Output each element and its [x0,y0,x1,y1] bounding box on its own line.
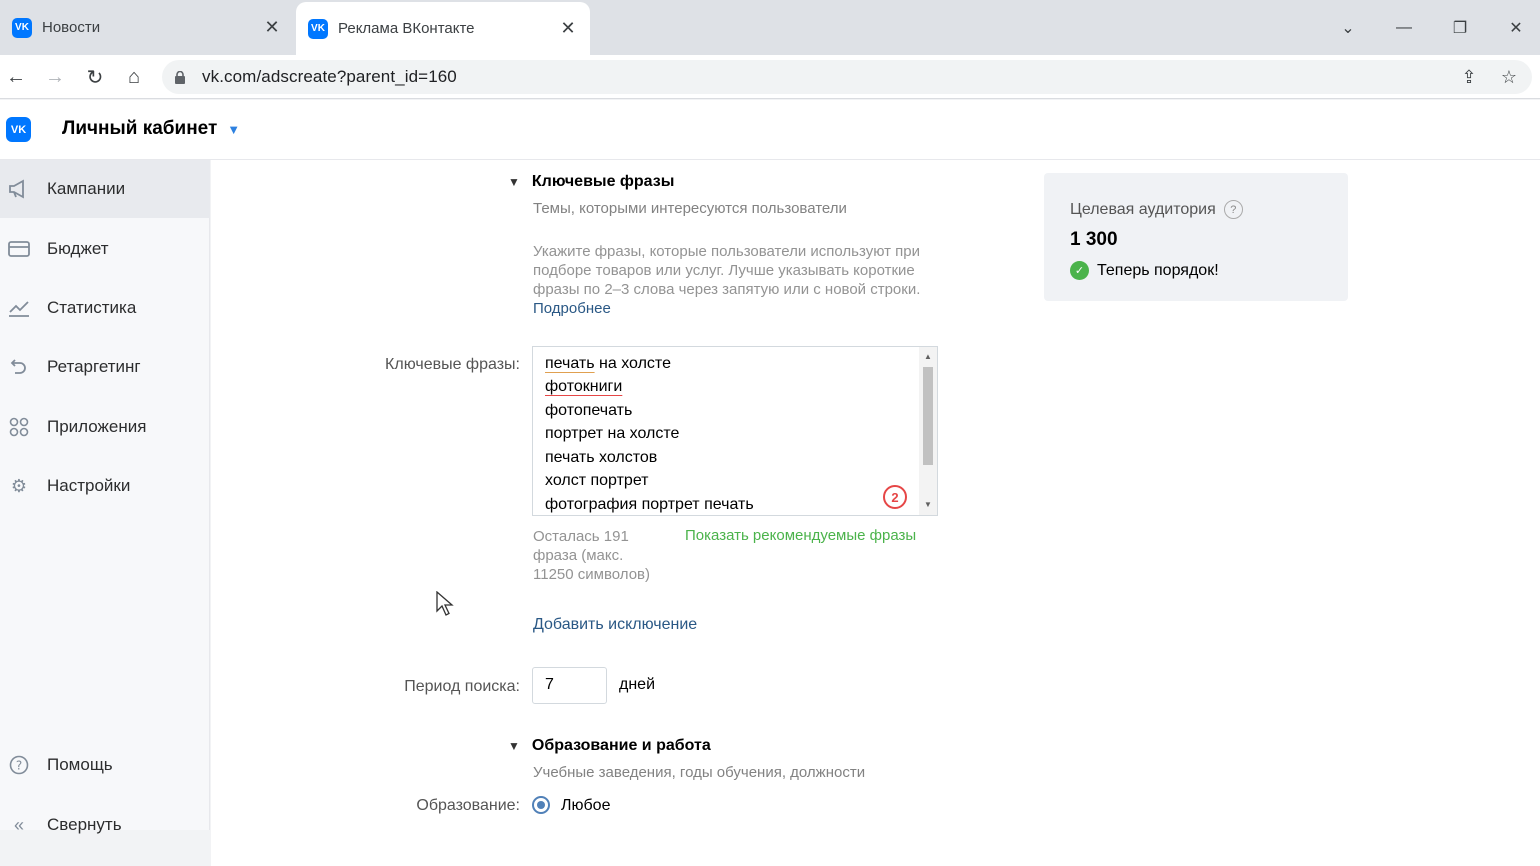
triangle-down-icon: ▼ [508,739,520,753]
vk-icon: VK [308,18,328,39]
keywords-field-label: Ключевые фразы: [385,356,520,373]
education-any-label[interactable]: Любое [561,797,610,815]
tab-title: Реклама ВКонтакте [338,20,475,37]
grammar-count-badge[interactable]: 2 [883,485,907,509]
apps-icon [8,416,30,438]
chevron-down-icon[interactable]: ⌄ [1320,0,1376,55]
tab-news[interactable]: VK Новости ✕ [0,0,294,55]
textarea-scrollbar[interactable]: ▲ ▼ [919,347,937,515]
sidebar-item-label: Свернуть [47,815,122,834]
education-label: Образование: [416,797,520,814]
tab-ads[interactable]: VK Реклама ВКонтакте ✕ [296,2,590,55]
keyword-line: холст портрет [545,472,649,489]
remaining-phrases: Осталась 191 фраза (макс. 11250 символов… [533,528,650,583]
add-exclusion-link[interactable]: Добавить исключение [533,616,697,634]
keyword-line: печать холстов [545,449,658,466]
hint-text: Укажите фразы, которые пользователи испо… [533,243,921,298]
home-icon[interactable]: ⌂ [119,62,149,92]
scroll-up-icon[interactable]: ▲ [919,349,937,365]
audience-count: 1 300 [1070,229,1118,250]
help-icon: ? [8,754,30,776]
period-label: Период поиска: [404,678,520,695]
wallet-icon [8,238,30,260]
scroll-down-icon[interactable]: ▼ [919,497,937,513]
chevron-down-icon: ▼ [227,121,241,137]
vk-icon: VK [12,17,32,38]
keyword-line: фотография портрет печать [545,496,754,513]
megaphone-icon [8,178,30,200]
address-bar[interactable]: vk.com/adscreate?parent_id=160 ⇪ ☆ [162,60,1532,94]
reload-icon[interactable]: ↻ [80,62,110,92]
section-title: Ключевые фразы [531,173,675,190]
keyword-line: фотопечать [545,402,633,419]
sidebar-item-label: Настройки [47,476,131,495]
keywords-textarea[interactable]: печать на холсте фотокниги фотопечать по… [532,346,938,516]
keywords-hint: Укажите фразы, которые пользователи испо… [533,242,943,318]
minimize-icon[interactable]: — [1376,0,1432,55]
window-close-icon[interactable]: ✕ [1488,0,1540,55]
audience-status: ✓ Теперь порядок! [1070,261,1219,280]
sidebar-item-apps[interactable]: Приложения [0,398,210,456]
sidebar-collapse[interactable]: « Свернуть [0,796,210,854]
show-recommended-link[interactable]: Показать рекомендуемые фразы [685,527,916,544]
keyword-line: портрет на холсте [545,425,680,442]
sidebar-item-label: Ретаргетинг [47,357,141,376]
section-keywords-toggle[interactable]: ▼ Ключевые фразы [508,173,674,191]
double-chevron-left-icon: « [13,814,24,835]
sidebar-item-budget[interactable]: Бюджет [0,220,210,278]
svg-text:?: ? [16,759,22,773]
share-icon[interactable]: ⇪ [1452,60,1486,94]
close-icon[interactable]: ✕ [262,17,282,38]
target-audience-card: Целевая аудитория ? 1 300 ✓ Теперь поряд… [1044,173,1348,301]
mouse-cursor-icon [436,591,454,616]
scroll-thumb[interactable] [923,367,933,465]
forward-icon[interactable]: → [40,62,70,92]
sidebar-item-label: Помощь [47,755,113,774]
sidebar: Кампании Бюджет Статистика Ретаргетинг П… [0,160,210,835]
audience-title: Целевая аудитория [1070,200,1216,218]
cabinet-title: Личный кабинет [62,118,218,139]
restore-icon[interactable]: ❐ [1432,0,1488,55]
triangle-down-icon: ▼ [508,175,520,189]
check-icon: ✓ [1070,261,1089,280]
back-icon[interactable]: ← [1,62,31,92]
close-icon[interactable]: ✕ [558,18,578,39]
url-text: vk.com/adscreate?parent_id=160 [202,67,457,86]
keyword-line: фотокниги [545,378,623,395]
sidebar-item-help[interactable]: ? Помощь [0,736,210,794]
sidebar-item-label: Кампании [47,179,126,198]
cabinet-menu[interactable]: Личный кабинет ▼ [62,118,240,140]
browser-toolbar: ← → ↻ ⌂ vk.com/adscreate?parent_id=160 ⇪… [0,55,1540,99]
retarget-icon [8,356,30,378]
vk-header: VK Личный кабинет ▼ [0,100,1540,160]
sidebar-item-campaigns[interactable]: Кампании [0,160,210,218]
gear-icon: ⚙ [10,475,28,496]
sidebar-item-settings[interactable]: ⚙ Настройки [0,457,210,515]
audience-status-text: Теперь порядок! [1097,261,1219,279]
sidebar-item-label: Бюджет [47,239,109,258]
keyword-line: печать на холсте [545,355,671,372]
tab-title: Новости [42,19,101,36]
more-link[interactable]: Подробнее [533,300,611,317]
sidebar-item-statistics[interactable]: Статистика [0,279,210,337]
period-unit: дней [619,676,656,693]
sidebar-item-retargeting[interactable]: Ретаргетинг [0,338,210,396]
section-title: Образование и работа [531,737,711,754]
lock-icon [174,70,186,84]
browser-tab-bar: VK Новости ✕ VK Реклама ВКонтакте ✕ ⌄ — … [0,0,1540,55]
vk-logo[interactable]: VK [6,117,31,142]
star-icon[interactable]: ☆ [1492,60,1526,94]
sidebar-item-label: Приложения [47,417,147,436]
section-education-toggle[interactable]: ▼ Образование и работа [508,737,711,755]
section-subtitle: Темы, которыми интересуются пользователи [533,200,847,217]
period-input[interactable]: 7 [532,667,607,704]
section-subtitle: Учебные заведения, годы обучения, должно… [533,764,866,781]
chart-icon [8,297,30,319]
audience-title-row: Целевая аудитория ? [1070,200,1243,219]
question-icon[interactable]: ? [1223,200,1243,219]
sidebar-item-label: Статистика [47,298,137,317]
education-any-radio[interactable] [532,796,550,814]
main-content: ▼ Ключевые фразы Темы, которыми интересу… [211,160,1540,866]
